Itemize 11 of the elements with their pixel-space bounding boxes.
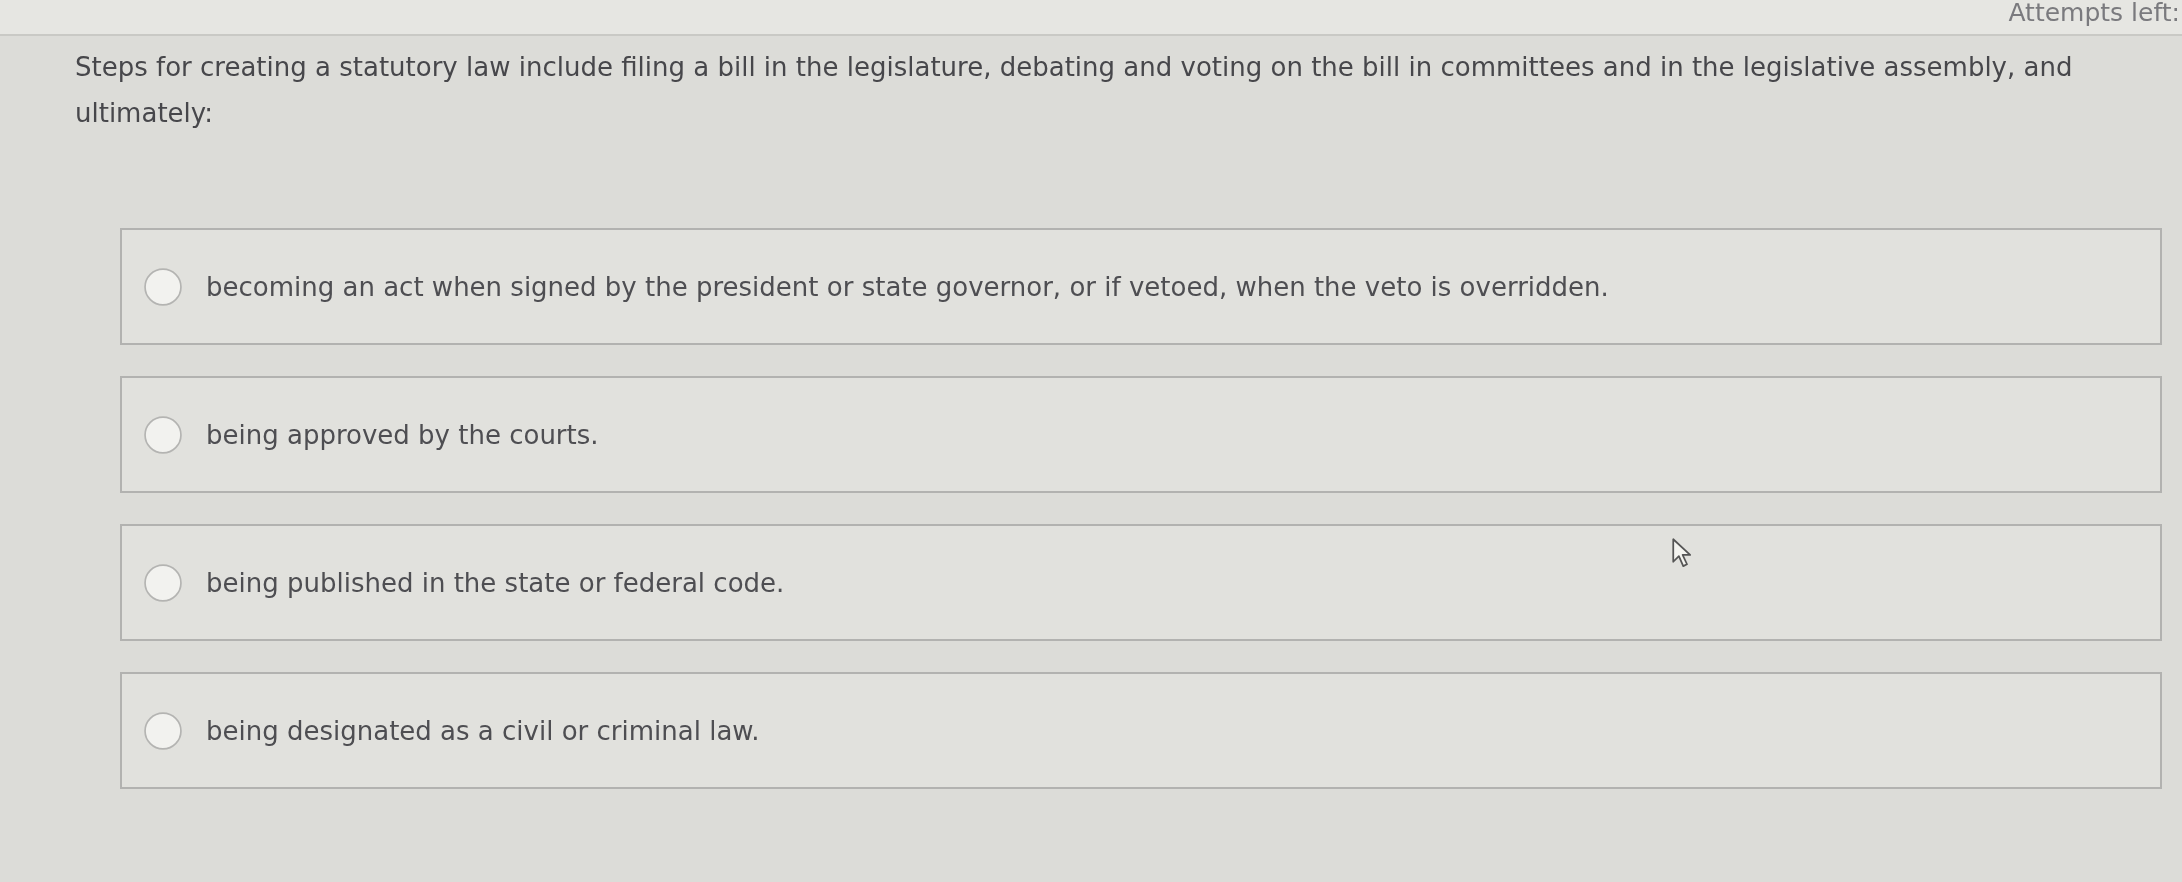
radio-button[interactable] — [144, 415, 182, 454]
answer-option[interactable]: being published in the state or federal code. — [120, 524, 2162, 641]
radio-button[interactable] — [144, 267, 182, 306]
answer-option[interactable]: becoming an act when signed by the president or state governor, or if vetoed, when the veto is overridden. — [120, 228, 2162, 345]
radio-button[interactable] — [144, 563, 182, 602]
mouse-pointer-icon — [1672, 538, 1692, 568]
question-text: Steps for creating a statutory law include filing a bill in the legislature, debating and voting on the bill in committees and in the legislative assembly, and ultimately: — [75, 51, 2074, 130]
attempts-label: Attempts left: — [2008, 0, 2181, 26]
answer-option[interactable]: being approved by the courts. — [120, 376, 2162, 493]
answer-option[interactable]: being designated as a civil or criminal law. — [120, 672, 2162, 789]
radio-button[interactable] — [144, 711, 182, 750]
